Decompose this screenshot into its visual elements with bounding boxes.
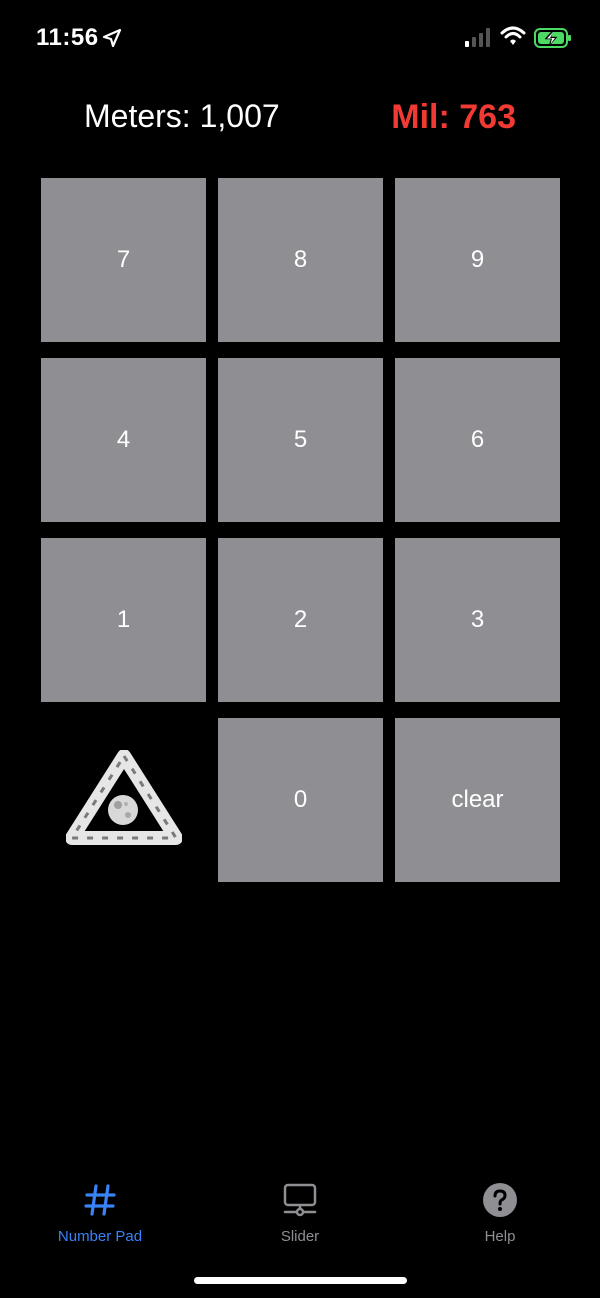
tab-label: Help <box>484 1228 516 1245</box>
key-4[interactable]: 4 <box>41 358 206 522</box>
tab-slider[interactable]: Slider <box>200 1170 400 1250</box>
battery-charging-icon <box>534 28 571 48</box>
key-2[interactable]: 2 <box>218 538 383 702</box>
triangle-moon-logo-icon <box>65 750 182 845</box>
key-0[interactable]: 0 <box>218 718 383 882</box>
key-9[interactable]: 9 <box>395 178 560 342</box>
key-3[interactable]: 3 <box>395 538 560 702</box>
tab-number-pad[interactable]: Number Pad <box>0 1170 200 1250</box>
key-7[interactable]: 7 <box>41 178 206 342</box>
question-circle-icon <box>483 1183 517 1217</box>
tab-label: Slider <box>280 1228 320 1245</box>
slider-monitor-icon <box>283 1183 317 1217</box>
logo-cell <box>41 718 206 882</box>
key-6[interactable]: 6 <box>395 358 560 522</box>
number-keypad: 7 8 9 4 5 6 1 2 3 0 clear <box>41 178 560 882</box>
status-time: 11:56 <box>36 24 99 51</box>
tab-help[interactable]: Help <box>400 1170 600 1250</box>
tab-bar: Number Pad Slider Help <box>0 1170 600 1260</box>
app-screen: 11:56 Meters: 1,007 Mil: 763 7 8 9 4 5 6… <box>0 0 600 1298</box>
status-bar: 11:56 <box>0 0 600 76</box>
tab-label: Number Pad <box>57 1228 143 1245</box>
key-1[interactable]: 1 <box>41 538 206 702</box>
wifi-icon <box>500 26 526 45</box>
home-indicator[interactable] <box>194 1277 407 1284</box>
clear-button[interactable]: clear <box>395 718 560 882</box>
key-8[interactable]: 8 <box>218 178 383 342</box>
mil-readout: Mil: 763 <box>391 98 516 136</box>
key-5[interactable]: 5 <box>218 358 383 522</box>
location-arrow-icon <box>102 28 122 48</box>
meters-readout: Meters: 1,007 <box>84 98 280 134</box>
hash-icon <box>84 1184 116 1216</box>
cellular-signal-icon <box>465 28 490 47</box>
